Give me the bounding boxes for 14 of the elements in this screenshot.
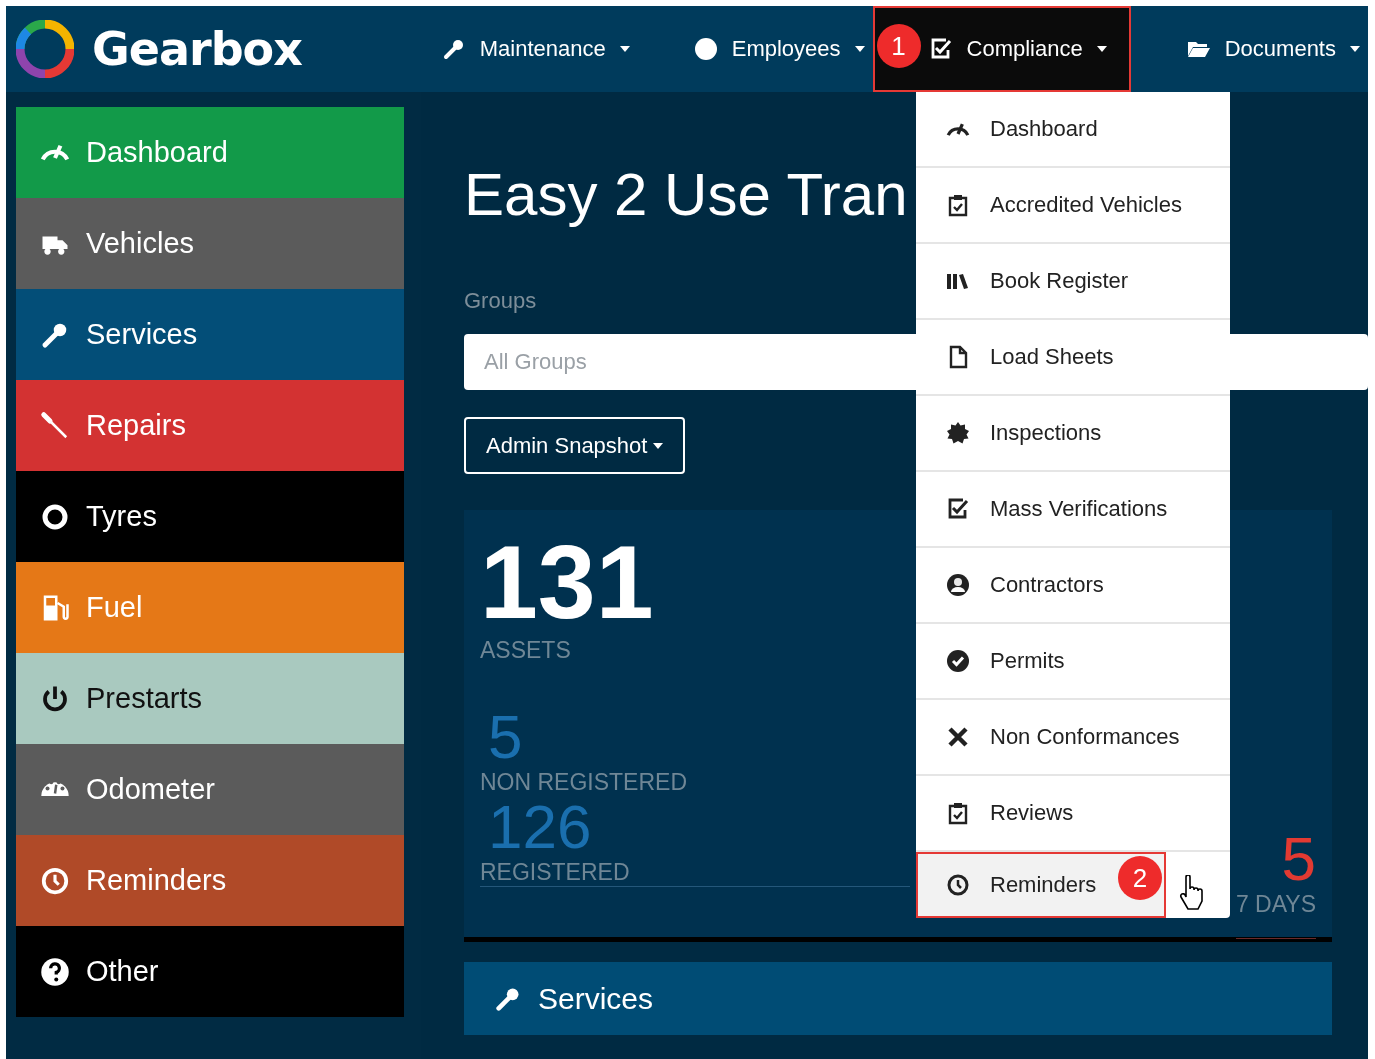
stat-value: 5 bbox=[1281, 828, 1316, 890]
panel-title: Services bbox=[538, 981, 654, 1016]
step-marker: 1 bbox=[876, 24, 921, 68]
stat-value: 126 bbox=[487, 796, 593, 858]
stat-label: ASSETS bbox=[480, 636, 572, 664]
stat-label: NON REGISTERED bbox=[480, 768, 689, 796]
stat-label: 7 DAYS bbox=[1235, 890, 1316, 918]
stat-label: REGISTERED bbox=[480, 858, 631, 886]
groups-label: Groups bbox=[464, 288, 538, 314]
brand-name: Gearbox bbox=[92, 22, 302, 76]
stat-value: 5 bbox=[487, 706, 524, 768]
step-marker: 2 bbox=[1118, 856, 1162, 900]
page-title: Easy 2 Use Tran bbox=[464, 160, 908, 230]
asset-count: 131 bbox=[480, 528, 655, 636]
